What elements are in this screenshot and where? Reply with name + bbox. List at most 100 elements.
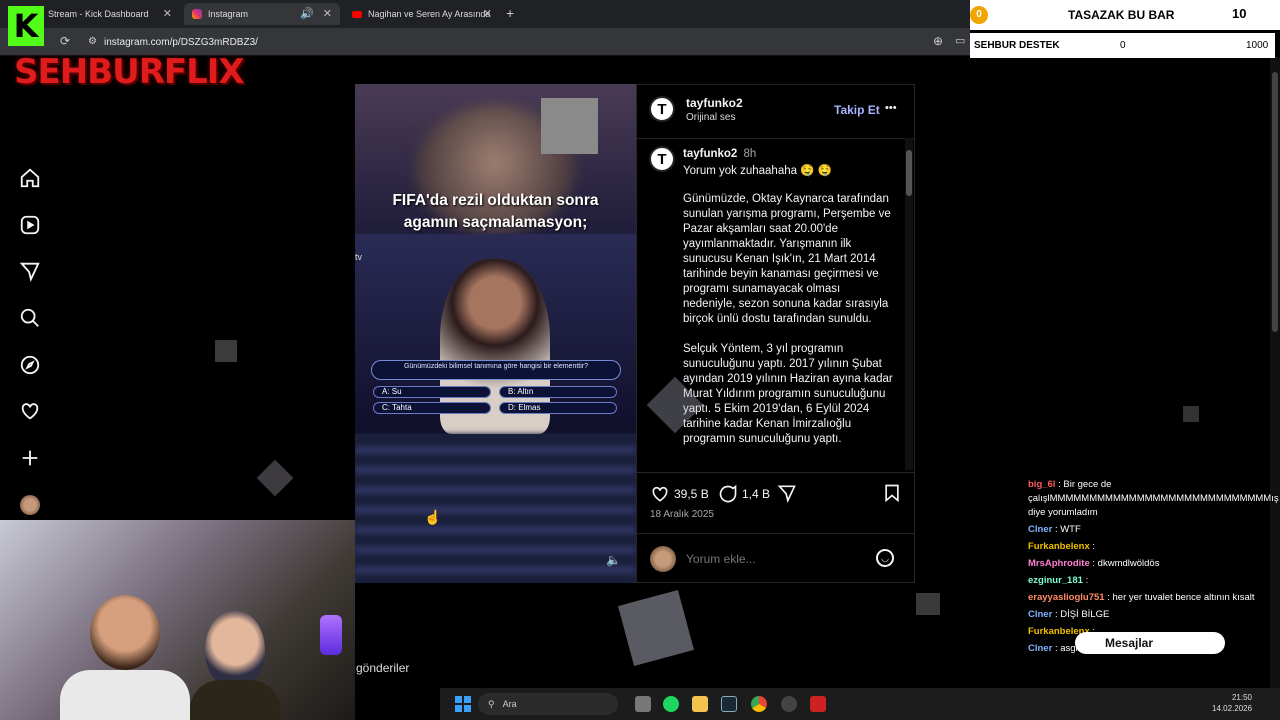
comment-icon[interactable] <box>718 484 738 504</box>
overlay-title: TASAZAK BU BAR <box>1068 8 1175 22</box>
comment-time: 8h <box>743 148 757 160</box>
chat-text: : DİŞİ BİLGE <box>1054 609 1110 620</box>
likes-count: 39,5 B <box>674 487 709 501</box>
messages-icon[interactable] <box>19 260 41 282</box>
posts-footer-label: gönderiler <box>356 661 410 675</box>
destek-goal: 1000 <box>1246 40 1269 51</box>
divider <box>637 138 914 139</box>
cast-icon[interactable]: ▭ <box>955 34 965 47</box>
streamer-face <box>90 595 160 670</box>
tab-label: Instagram <box>208 9 249 19</box>
taskbar-search-label: Ara <box>502 699 517 709</box>
save-icon[interactable] <box>882 483 902 508</box>
spotify-icon[interactable] <box>663 696 679 712</box>
author-username[interactable]: tayfunko2 <box>686 96 743 110</box>
destek-current: 0 <box>1120 40 1126 51</box>
floating-sticker <box>1183 406 1199 422</box>
post-date: 18 Aralık 2025 <box>650 509 714 520</box>
speaker-icon[interactable]: 🔊 <box>300 7 314 20</box>
tab-instagram[interactable]: Instagram 🔊 ✕ <box>184 3 340 25</box>
rgb-light <box>320 615 342 655</box>
steam-icon[interactable] <box>721 696 737 712</box>
reload-icon[interactable]: ⟳ <box>60 34 70 48</box>
chat-message: MrsAphrodite : dkwmdlwöldös <box>1028 557 1278 571</box>
close-tab-icon[interactable]: ✕ <box>483 7 492 20</box>
comment-stat[interactable]: 1,4 B <box>718 484 770 504</box>
audio-label[interactable]: Orijinal ses <box>686 112 735 123</box>
tab-label: Stream - Kick Dashboard <box>48 9 149 19</box>
chat-text: : WTF <box>1054 524 1081 535</box>
site-settings-icon[interactable]: ⚙ <box>88 36 97 47</box>
answer-c: C: Tahta <box>373 402 491 414</box>
profile-avatar[interactable] <box>20 495 40 515</box>
share-icon[interactable] <box>777 483 797 508</box>
close-tab-icon[interactable]: ✕ <box>323 7 332 20</box>
search-icon[interactable] <box>19 307 41 329</box>
chat-message: ezginur_181 : <box>1028 574 1278 588</box>
file-explorer-icon[interactable] <box>692 696 708 712</box>
tab-label: Nagihan ve Seren Ay Arasında <box>368 9 491 19</box>
floating-sticker <box>215 340 237 362</box>
page-scrollbar-thumb[interactable] <box>1272 72 1278 332</box>
explore-icon[interactable] <box>19 354 41 376</box>
windows-start-icon[interactable] <box>455 696 471 712</box>
chrome-icon[interactable] <box>751 696 767 712</box>
comment-text: Yorum yok zuhaahaha 🤤 🤤 <box>683 165 833 177</box>
tab-kick-dashboard[interactable]: Stream - Kick Dashboard ✕ <box>40 3 180 25</box>
chat-username: Clner <box>1028 609 1053 620</box>
answer-a: A: Su <box>373 386 491 398</box>
right-counter: 10 <box>1232 6 1247 21</box>
chat-username: ezginur_181 <box>1028 575 1083 586</box>
author-avatar[interactable]: T <box>649 96 675 122</box>
browser-tab-bar: Stream - Kick Dashboard ✕ Instagram 🔊 ✕ … <box>0 0 970 28</box>
app-icon[interactable] <box>781 696 797 712</box>
heart-icon[interactable] <box>650 484 670 504</box>
close-tab-icon[interactable]: ✕ <box>163 7 172 20</box>
chat-message: Clner : DİŞİ BİLGE <box>1028 608 1278 622</box>
create-icon[interactable] <box>19 447 41 469</box>
zoom-icon[interactable]: ⊕ <box>933 34 943 48</box>
post-caption: Günümüzde, Oktay Kaynarca tarafından sun… <box>683 192 893 470</box>
chat-message: Furkanbelenx : <box>1028 540 1278 554</box>
comment-avatar[interactable]: T <box>649 146 675 172</box>
scrollbar-thumb[interactable] <box>906 150 912 196</box>
mouse-cursor-icon: ☝ <box>424 509 442 525</box>
task-view-icon[interactable] <box>635 696 651 712</box>
heart-icon[interactable] <box>19 400 41 422</box>
destek-label: SEHBUR DESTEK <box>974 40 1060 51</box>
instagram-favicon-icon <box>192 9 202 19</box>
clock-date: 14.02.2026 <box>1212 704 1253 713</box>
streamer-body <box>60 670 190 720</box>
chat-text: : Bir gece de çalışlMMMMMMMMMMMMMMMMMMMM… <box>1028 479 1279 518</box>
comment-username[interactable]: tayfunko2 <box>683 148 737 160</box>
caption-paragraph: Günümüzde, Oktay Kaynarca tarafından sun… <box>683 193 891 325</box>
chat-text: : dkwmdlwöldös <box>1092 558 1160 569</box>
chat-message: Clner : WTF <box>1028 523 1278 537</box>
more-options-icon[interactable]: ••• <box>885 102 897 114</box>
mute-icon[interactable]: 🔈 <box>606 553 621 567</box>
divider <box>637 533 914 534</box>
webcam-feed <box>0 520 355 720</box>
media-blurred-area <box>355 434 636 583</box>
follow-button[interactable]: Takip Et <box>834 103 880 117</box>
reels-icon[interactable] <box>19 214 41 236</box>
chat-username: Clner <box>1028 524 1053 535</box>
emoji-icon[interactable]: ◡ <box>876 549 894 567</box>
floating-sticker <box>916 593 940 615</box>
comment-header: tayfunko2 8h <box>683 148 756 160</box>
chat-username: MrsAphrodite <box>1028 558 1090 569</box>
clock-time: 21:50 <box>1231 693 1252 702</box>
post-media[interactable]: FIFA'da rezil olduktan sonra agamın saçm… <box>355 84 636 583</box>
new-tab-icon[interactable]: + <box>506 5 514 21</box>
caption-paragraph: Selçuk Yöntem, 3 yıl programın sunuculuğ… <box>683 343 893 445</box>
like-stat[interactable]: 39,5 B <box>650 484 709 504</box>
app-icon[interactable] <box>810 696 826 712</box>
comment-input[interactable] <box>686 550 866 568</box>
tab-youtube[interactable]: Nagihan ve Seren Ay Arasında ✕ <box>344 3 500 25</box>
taskbar-search[interactable]: ⚲ Ara <box>478 693 618 715</box>
url-field[interactable]: instagram.com/p/DSZG3mRDBZ3/ <box>104 37 258 48</box>
messages-pill[interactable]: Mesajlar <box>1075 632 1225 654</box>
home-icon[interactable] <box>19 167 41 189</box>
guest-face <box>205 610 265 690</box>
comments-count: 1,4 B <box>742 487 771 501</box>
